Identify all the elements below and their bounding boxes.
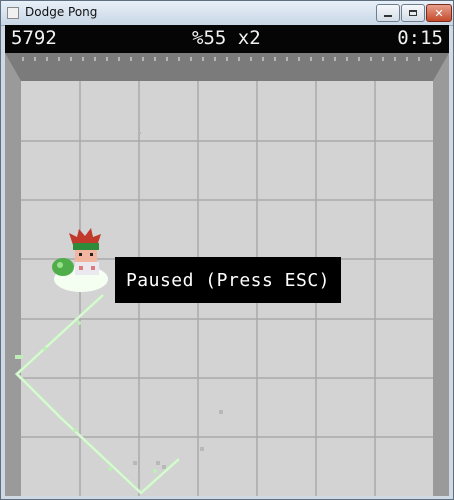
close-button[interactable]: ✕ <box>426 4 452 22</box>
minimize-button[interactable] <box>376 4 400 22</box>
right-wall <box>433 53 449 496</box>
app-icon <box>7 7 19 19</box>
percent-multiplier: %55 x2 <box>192 27 261 49</box>
paused-overlay: Paused (Press ESC) <box>115 257 341 303</box>
player-paddle <box>52 258 74 276</box>
score: 5792 <box>11 27 57 49</box>
timer: 0:15 <box>397 27 443 49</box>
window-title: Dodge Pong <box>25 5 98 19</box>
minimize-icon <box>384 15 392 17</box>
player-body <box>75 262 99 275</box>
close-icon: ✕ <box>434 6 444 20</box>
maximize-icon <box>409 10 417 16</box>
player-headband <box>73 243 99 250</box>
hud-bar: 5792 %55 x2 0:15 <box>5 25 449 53</box>
player-face <box>75 250 97 262</box>
left-wall <box>5 53 21 496</box>
title-bar[interactable]: Dodge Pong ✕ <box>1 1 453 26</box>
maximize-button[interactable] <box>401 4 425 22</box>
paused-text: Paused (Press ESC) <box>125 269 331 291</box>
game-window: Dodge Pong ✕ 5792 %55 x2 0:15 Paused (Pr… <box>0 0 454 500</box>
